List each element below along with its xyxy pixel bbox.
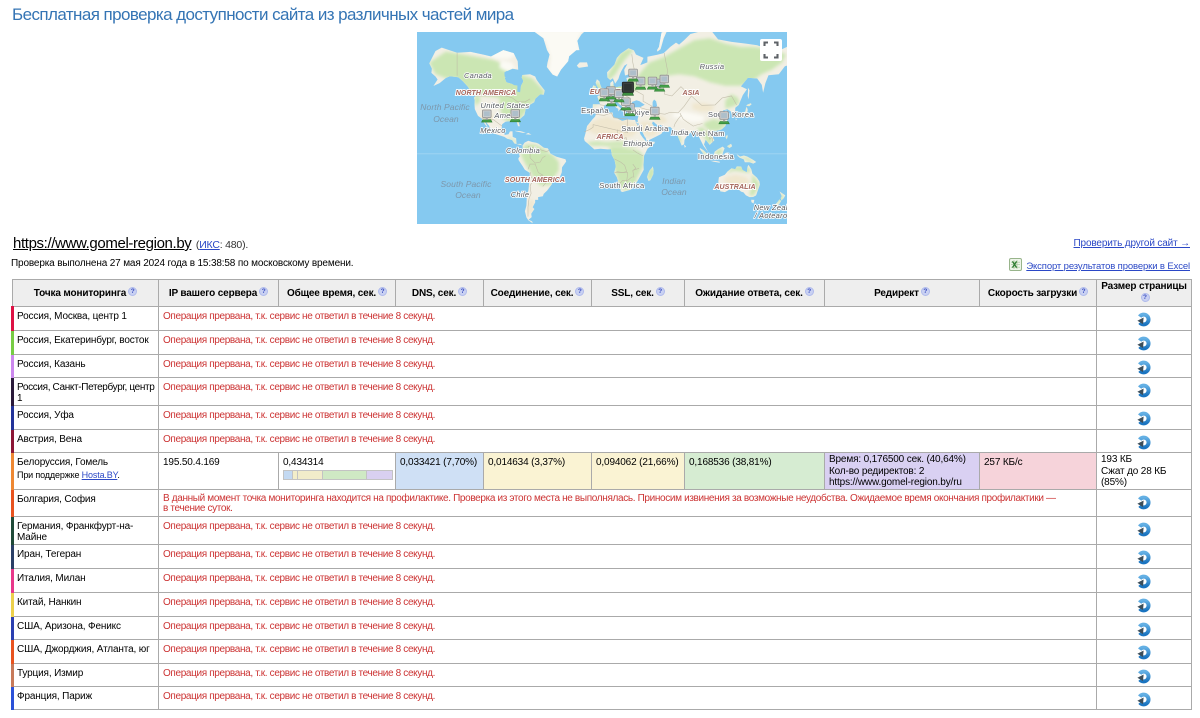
svg-text:AUSTRALIA: AUSTRALIA <box>713 184 755 191</box>
svg-text:South Korea: South Korea <box>708 110 755 119</box>
svg-text:India: India <box>671 128 689 137</box>
svg-text:España: España <box>581 106 609 115</box>
svg-text:Ocean: Ocean <box>455 190 481 200</box>
svg-text:United States: United States <box>481 101 530 110</box>
svg-text:México: México <box>480 126 506 135</box>
svg-text:South Africa: South Africa <box>599 181 645 190</box>
svg-text:Indian: Indian <box>662 176 686 186</box>
svg-text:Colombia: Colombia <box>506 146 540 155</box>
svg-text:Ocean: Ocean <box>661 187 687 197</box>
svg-text:Indonesia: Indonesia <box>698 152 735 161</box>
svg-text:SOUTH AMERICA: SOUTH AMERICA <box>505 177 565 184</box>
svg-text:Russia: Russia <box>700 62 725 71</box>
svg-text:NORTH AMERICA: NORTH AMERICA <box>456 90 516 97</box>
svg-text:South Pacific: South Pacific <box>441 179 493 189</box>
svg-text:Saudi Arabia: Saudi Arabia <box>621 124 669 133</box>
svg-text:/ Aotearo: / Aotearo <box>754 211 787 220</box>
svg-text:ASIA: ASIA <box>681 90 699 97</box>
svg-text:Ocean: Ocean <box>433 114 459 124</box>
svg-text:Canada: Canada <box>464 71 492 80</box>
svg-text:AFRICA: AFRICA <box>595 134 623 141</box>
svg-text:North Pacific: North Pacific <box>420 102 470 112</box>
svg-text:Viet Nam: Viet Nam <box>691 129 725 138</box>
svg-text:Ethiopia: Ethiopia <box>623 139 653 148</box>
svg-text:Chile: Chile <box>511 190 530 199</box>
